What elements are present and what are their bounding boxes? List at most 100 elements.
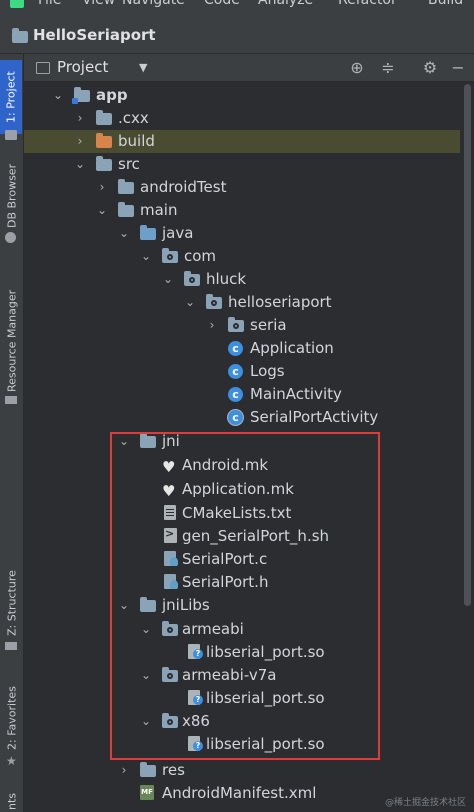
chevron-down-icon[interactable]: ⌄ [140,620,152,638]
tree-node-serialportactivity-class[interactable]: c SerialPortActivity [24,406,460,429]
menu-navigate[interactable]: Navigate [122,0,185,8]
chevron-down-icon[interactable]: ⌄ [118,224,130,242]
chevron-down-icon[interactable]: ⌄ [184,293,196,311]
chevron-down-icon[interactable]: ⌄ [74,155,86,173]
chevron-down-icon[interactable]: ⌄ [162,270,174,288]
structure-icon [5,642,17,650]
chevron-down-icon[interactable]: ⌄ [140,247,152,265]
tree-node-armeabi-v7a[interactable]: ⌄ armeabi-v7a [24,664,460,687]
tree-node-src[interactable]: ⌄ src [24,153,460,176]
mk-file-icon: ♥ [162,482,176,500]
tree-node-label: jniLibs [162,596,210,614]
project-tool-tab[interactable]: 1: Project [0,60,22,134]
project-tree[interactable]: ⌄ app › .cxx › build ⌄ src › androidTest… [24,84,460,812]
tree-node-label: com [184,247,217,265]
structure-tab[interactable]: Z: Structure [3,566,21,636]
chevron-down-icon[interactable]: ⌄ [118,596,130,614]
tree-node-res[interactable]: › res [24,759,460,782]
favorites-tab[interactable]: 2: Favorites [3,680,21,750]
class-icon: c [228,386,245,403]
tree-node-armeabi[interactable]: ⌄ armeabi [24,618,460,641]
chevron-right-icon[interactable]: › [206,316,218,334]
tree-node-java[interactable]: ⌄ java [24,222,460,245]
tree-node-serialport-c[interactable]: SerialPort.c [24,548,460,571]
chevron-down-icon[interactable]: ⌄ [96,201,108,219]
tree-node-label: libserial_port.so [206,735,325,753]
tree-node-build[interactable]: › build [24,130,460,153]
chevron-right-icon[interactable]: › [74,109,86,127]
chevron-right-icon[interactable]: › [74,132,86,150]
project-tab-label: 1: Project [4,71,18,123]
module-folder-icon [72,87,91,104]
menu-build[interactable]: Build [428,0,463,8]
tree-node-x86[interactable]: ⌄ x86 [24,710,460,733]
resource-icon [5,396,17,404]
tree-node-armeabi-so[interactable]: ? libserial_port.so [24,641,460,664]
tree-node-label: helloseriaport [228,293,332,311]
tree-node-application-mk[interactable]: ♥ Application.mk [24,478,460,501]
hide-icon[interactable]: − [448,58,468,77]
tree-node-label: main [140,201,178,219]
tree-node-helloseriaport[interactable]: ⌄ helloseriaport [24,291,460,314]
package-icon [228,317,245,334]
chevron-down-icon[interactable]: ⌄ [118,432,130,450]
collapse-all-icon[interactable]: ≑ [378,58,398,77]
tree-node-gen-serialport-sh[interactable]: gen_SerialPort_h.sh [24,525,460,548]
menu-view[interactable]: View [82,0,115,8]
star-icon: ★ [6,754,17,768]
chevron-down-icon[interactable]: ▼ [139,61,147,74]
menu-file[interactable]: File [38,0,61,8]
project-breadcrumb[interactable]: HelloSeriaport [33,26,156,44]
db-browser-label: DB Browser [5,163,19,228]
class-icon: c [228,363,245,380]
tree-node-main[interactable]: ⌄ main [24,199,460,222]
tree-node-label: Application [250,339,334,357]
tree-node-x86-so[interactable]: ? libserial_port.so [24,733,460,756]
tree-node-serialport-h[interactable]: SerialPort.h [24,571,460,594]
menu-refactor[interactable]: Refactor [338,0,397,8]
tree-node-label: armeabi-v7a [182,666,277,684]
folder-icon [118,179,135,196]
tree-node-label: Logs [250,362,285,380]
chevron-down-icon[interactable]: ⌄ [52,86,64,104]
tree-node-logs-class[interactable]: c Logs [24,360,460,383]
settings-icon[interactable]: ⚙ [420,58,440,77]
tree-node-label: CMakeLists.txt [182,504,292,522]
project-view-selector[interactable]: Project [57,58,108,76]
package-icon [162,248,179,265]
menu-analyze[interactable]: Analyze [258,0,313,8]
tree-node-mainactivity-class[interactable]: c MainActivity [24,383,460,406]
project-panel-header: Project ▼ ⊕ ≑ ⚙ − [24,54,474,82]
tree-node-label: src [118,155,140,173]
tree-node-androidtest[interactable]: › androidTest [24,176,460,199]
package-icon [162,621,179,638]
tree-node-hluck[interactable]: ⌄ hluck [24,268,460,291]
chevron-down-icon[interactable]: ⌄ [140,712,152,730]
resource-manager-tab[interactable]: Resource Manager [3,266,21,392]
tree-node-cmakelists[interactable]: CMakeLists.txt [24,502,460,525]
tree-node-label: SerialPortActivity [250,408,379,426]
tree-node-application-class[interactable]: c Application [24,337,460,360]
tree-node-jni[interactable]: ⌄ jni [24,430,460,453]
tree-node-com[interactable]: ⌄ com [24,245,460,268]
package-icon [162,713,179,730]
db-browser-tab[interactable]: DB Browser [3,158,21,228]
folder-icon [140,433,157,450]
tree-node-android-mk[interactable]: ♥ Android.mk [24,454,460,477]
chevron-right-icon[interactable]: › [118,761,130,779]
menu-bar: File View Navigate Code Analyze Refactor… [0,0,474,14]
tree-node-app[interactable]: ⌄ app [24,84,460,107]
menu-code[interactable]: Code [204,0,240,8]
tree-node-seria[interactable]: › seria [24,314,460,337]
chevron-right-icon[interactable]: › [96,178,108,196]
so-file-icon: ? [186,690,203,707]
tree-node-cxx[interactable]: › .cxx [24,107,460,130]
tree-node-jnilibs[interactable]: ⌄ jniLibs [24,594,460,617]
tree-node-armeabi-v7a-so[interactable]: ? libserial_port.so [24,687,460,710]
locate-icon[interactable]: ⊕ [347,58,367,77]
chevron-down-icon[interactable]: ⌄ [140,666,152,684]
vertical-scrollbar[interactable] [464,84,471,606]
build-variants-tab[interactable]: nts [3,780,21,810]
folder-icon [96,156,113,173]
tree-node-label: hluck [206,270,247,288]
